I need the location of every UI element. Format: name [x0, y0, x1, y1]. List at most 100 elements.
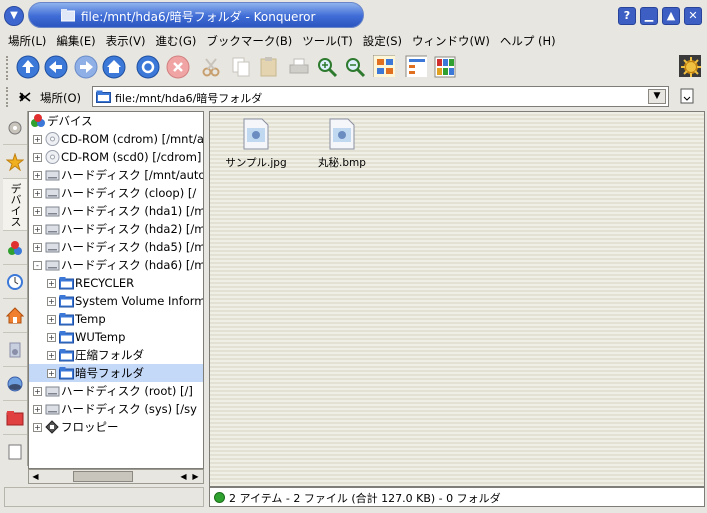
locationbar-grip[interactable] — [6, 87, 10, 107]
icon-view-icon[interactable] — [373, 55, 395, 77]
cdrom-icon — [45, 132, 60, 146]
tree-device-item[interactable]: + ハードディスク (root) [/] — [29, 382, 203, 400]
sidebar-tab-settings[interactable] — [3, 111, 27, 145]
menu-view[interactable]: 表示(V) — [106, 31, 146, 51]
minimize-button[interactable]: ▁ — [640, 7, 658, 25]
sidebar-tab-notes[interactable] — [3, 435, 27, 469]
menu-edit[interactable]: 編集(E) — [56, 31, 95, 51]
tree-device-item[interactable]: + ハードディスク (cloop) [/ — [29, 184, 203, 202]
sidebar-tab-devices[interactable]: デバイス — [3, 179, 27, 231]
tree-device-item[interactable]: + ハードディスク (hda1) [/m — [29, 202, 203, 220]
tree-item-label: RECYCLER — [75, 276, 135, 290]
multi-column-view-icon[interactable] — [434, 56, 456, 78]
back-icon[interactable] — [44, 55, 68, 79]
tree-expander[interactable]: + — [33, 225, 42, 234]
location-value: file:/mnt/hda6/暗号フォルダ — [115, 92, 263, 105]
scroll-left-button[interactable]: ◀ — [30, 471, 41, 482]
tree-device-item[interactable]: - ハードディスク (hda6) [/m — [29, 256, 203, 274]
menu-tools[interactable]: ツール(T) — [302, 31, 353, 51]
scroll-left-button-2[interactable]: ◀ — [178, 471, 189, 482]
menu-go[interactable]: 進む(G) — [155, 31, 196, 51]
menubar: 場所(L) 編集(E) 表示(V) 進む(G) ブックマーク(B) ツール(T)… — [0, 31, 707, 51]
menu-window[interactable]: ウィンドウ(W) — [412, 31, 490, 51]
sidebar-tab-network[interactable] — [3, 231, 27, 265]
forward-icon[interactable] — [74, 55, 98, 79]
tree-expander[interactable]: + — [47, 315, 56, 324]
menu-help[interactable]: ヘルプ (H) — [500, 31, 556, 51]
tree-device-item[interactable]: + ハードディスク (hda5) [/m — [29, 238, 203, 256]
sidebar-tab-bookmarks[interactable] — [3, 145, 27, 179]
clear-location-icon[interactable] — [18, 90, 32, 104]
tree-device-item[interactable]: + CD-ROM (cdrom) [/mnt/au — [29, 130, 203, 148]
up-icon[interactable] — [16, 55, 40, 79]
file-item[interactable]: 丸秘.bmp — [304, 118, 380, 170]
tree-device-item[interactable]: + ハードディスク [/mnt/auto — [29, 166, 203, 184]
tree-expander[interactable]: + — [47, 369, 56, 378]
sidebar-tab-devices-label: デバイス — [9, 183, 22, 227]
tree-horizontal-scrollbar[interactable]: ◀ ◀ ▶ — [28, 469, 204, 484]
home-icon[interactable] — [102, 55, 126, 79]
menu-settings[interactable]: 設定(S) — [363, 31, 402, 51]
konqueror-gear-icon[interactable] — [679, 55, 701, 77]
tree-expander[interactable]: + — [33, 243, 42, 252]
tree-expander[interactable]: + — [33, 153, 42, 162]
tree-device-item[interactable]: + フロッピー — [29, 418, 203, 436]
file-name: 丸秘.bmp — [318, 157, 366, 169]
sidebar-tab-home[interactable] — [3, 299, 27, 333]
tree-expander[interactable]: + — [33, 135, 42, 144]
print-icon[interactable] — [288, 56, 310, 78]
tree-expander[interactable]: + — [33, 423, 42, 432]
tree-device-item[interactable]: + ハードディスク (hda2) [/m — [29, 220, 203, 238]
file-item[interactable]: サンプル.jpg — [218, 118, 294, 170]
menu-bookmarks[interactable]: ブックマーク(B) — [206, 31, 292, 51]
zoom-in-icon[interactable] — [316, 56, 338, 78]
tree-folder-item[interactable]: + 圧縮フォルダ — [29, 346, 203, 364]
paste-icon[interactable] — [258, 56, 280, 78]
zoom-out-icon[interactable] — [344, 56, 366, 78]
tree-folder-item[interactable]: + RECYCLER — [29, 274, 203, 292]
tree-folder-item[interactable]: + 暗号フォルダ — [29, 364, 203, 382]
tree-expander[interactable]: + — [47, 297, 56, 306]
hdd-icon — [45, 188, 60, 199]
sidebar-tab-services[interactable] — [3, 367, 27, 401]
hdd-icon — [45, 386, 60, 397]
tree-device-item[interactable]: + ハードディスク (sys) [/sy — [29, 400, 203, 418]
tree-expander[interactable]: + — [33, 405, 42, 414]
tree-device-item[interactable]: + CD-ROM (scd0) [/cdrom] — [29, 148, 203, 166]
sidebar-tab-media[interactable] — [3, 333, 27, 367]
tree-folder-item[interactable]: + WUTemp — [29, 328, 203, 346]
tree-root[interactable]: デバイス — [29, 112, 203, 130]
help-button[interactable]: ? — [618, 7, 636, 25]
toolbar-grip[interactable] — [6, 56, 10, 80]
scroll-thumb[interactable] — [73, 471, 133, 482]
tree-expander[interactable]: - — [33, 261, 42, 270]
tree-expander[interactable]: + — [47, 333, 56, 342]
tree-expander[interactable]: + — [33, 189, 42, 198]
tree-item-label: ハードディスク (root) [/] — [61, 384, 193, 398]
sidebar-tab-history[interactable] — [3, 265, 27, 299]
cut-icon[interactable] — [200, 56, 222, 78]
sidebar-tab-root-folder[interactable] — [3, 401, 27, 435]
tree-folder-item[interactable]: + System Volume Informa — [29, 292, 203, 310]
red-folder-icon — [6, 411, 24, 426]
location-input[interactable]: file:/mnt/hda6/暗号フォルダ ▼ — [92, 86, 669, 107]
location-dropdown-button[interactable]: ▼ — [648, 89, 666, 104]
stop-icon[interactable] — [166, 55, 190, 79]
menu-location[interactable]: 場所(L) — [8, 31, 46, 51]
reload-icon[interactable] — [136, 55, 160, 79]
tree-expander[interactable]: + — [47, 351, 56, 360]
go-icon[interactable] — [679, 88, 695, 104]
close-button[interactable]: ✕ — [684, 7, 702, 25]
copy-icon[interactable] — [230, 56, 252, 78]
maximize-button[interactable]: ▲ — [662, 7, 680, 25]
tree-folder-item[interactable]: + Temp — [29, 310, 203, 328]
tree-expander[interactable]: + — [33, 387, 42, 396]
file-view[interactable]: サンプル.jpg 丸秘.bmp — [209, 111, 705, 487]
tree-expander[interactable]: + — [33, 171, 42, 180]
tree-view-icon[interactable] — [405, 55, 427, 77]
window-menu-button[interactable]: ▼ — [4, 6, 24, 26]
tree-expander[interactable]: + — [33, 207, 42, 216]
scroll-right-button[interactable]: ▶ — [190, 471, 201, 482]
history-icon — [7, 274, 23, 290]
tree-expander[interactable]: + — [47, 279, 56, 288]
